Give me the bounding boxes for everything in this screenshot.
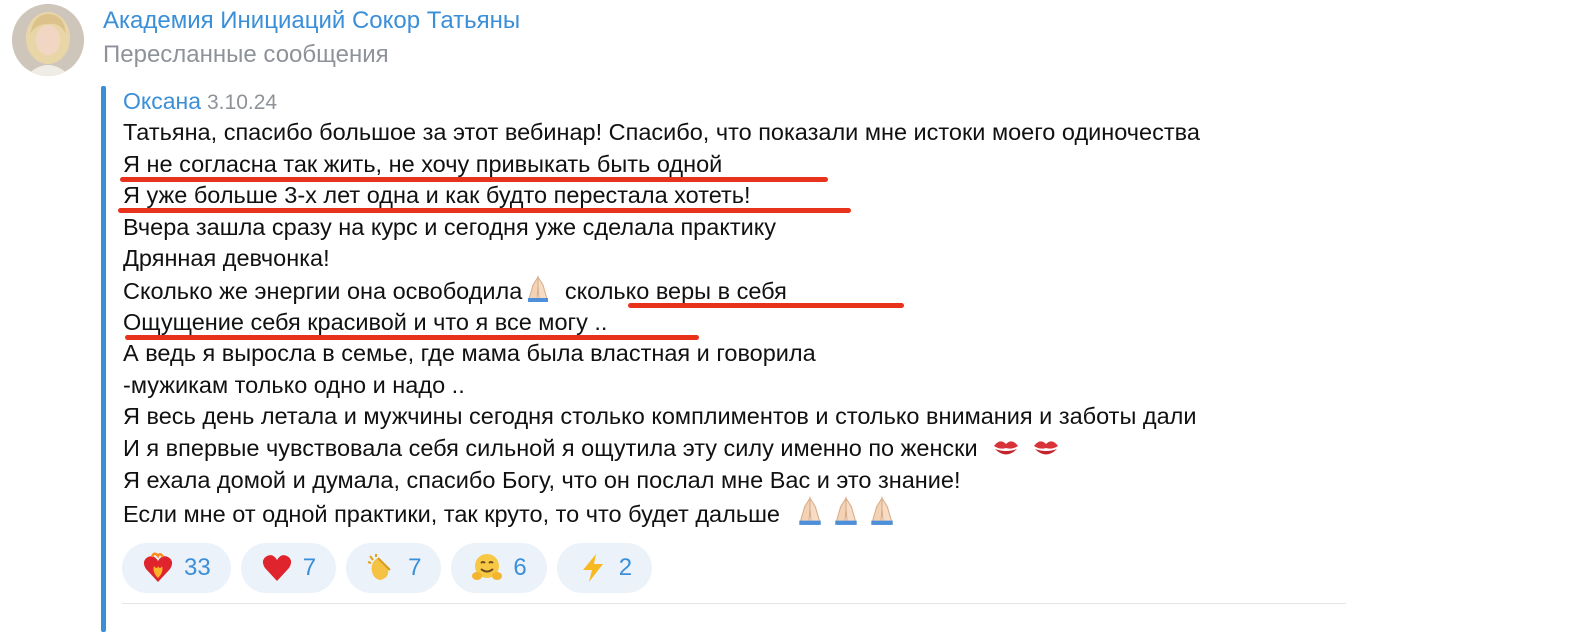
message-line: Татьяна, спасибо большое за этот вебинар… [123, 119, 1200, 145]
message-line: Ощущение себя красивой и что я все могу … [123, 307, 1563, 340]
message-line: Я ехала домой и думала, спасибо Богу, чт… [123, 466, 961, 493]
message-line: Вчера зашла сразу на курс и сегодня уже … [123, 213, 777, 240]
message-line: Я уже больше 3-х лет одна и как будто пе… [118, 180, 1563, 214]
message-body: Татьяна, спасибо большое за этот вебинар… [118, 117, 1563, 528]
reactions-bar: 33 7 7 6 2 [122, 543, 653, 593]
reaction-count: 33 [184, 554, 211, 581]
reaction-count: 7 [408, 554, 422, 581]
red-heart-icon [261, 552, 293, 584]
reaction-lightning[interactable]: 2 [556, 543, 653, 593]
message-line: Если мне от одной практики, так круто, т… [123, 496, 1563, 528]
praying-hands-icon [865, 496, 899, 535]
reaction-heart-on-fire[interactable]: 33 [122, 543, 231, 593]
avatar[interactable] [12, 4, 84, 76]
chat-title[interactable]: Академия Инициаций Сокор Татьяны [103, 6, 520, 36]
message-line: Дрянная девчонка! [123, 245, 330, 272]
clapping-hands-icon [366, 552, 398, 584]
hugging-face-icon [471, 552, 503, 584]
forward-accent-bar [101, 86, 106, 632]
reaction-red-heart[interactable]: 7 [240, 543, 337, 593]
highlight-underline [118, 208, 851, 214]
reaction-count: 6 [513, 554, 527, 581]
chat-subtitle: Пересланные сообщения [103, 41, 389, 68]
message-line: И я впервые чувствовала себя сильной я о… [123, 433, 1563, 465]
message-line: -мужикам только одно и надо .. [123, 371, 465, 398]
reaction-count: 2 [618, 554, 633, 581]
telegram-forwarded-view: Академия Инициаций Сокор Татьяны Пересла… [0, 0, 1588, 632]
heart-on-fire-icon [142, 552, 174, 584]
highlight-underline [125, 334, 699, 340]
reaction-clapping-hands[interactable]: 7 [346, 543, 442, 593]
message-line: Я весь день летала и мужчины сегодня сто… [123, 403, 1197, 430]
avatar-photo [12, 4, 84, 76]
sender-name[interactable]: Оксана [123, 88, 201, 114]
message-line: Сколько же энергии она освободила скольк… [123, 275, 1563, 308]
highlight-underline [120, 176, 828, 182]
praying-hands-icon [829, 496, 863, 535]
highlight-underline [628, 302, 904, 308]
message-line: А ведь я выросла в семье, где мама была … [123, 340, 816, 367]
lightning-icon [577, 552, 609, 584]
reaction-count: 7 [302, 554, 317, 581]
message-line: Я не согласна так жить, не хочу привыкат… [120, 149, 1563, 182]
message-date: 3.10.24 [207, 91, 278, 114]
praying-hands-icon [793, 496, 827, 535]
reaction-hugging-face[interactable]: 6 [451, 543, 547, 593]
message-divider [122, 603, 1346, 604]
message-header: Оксана 3.10.24 [123, 86, 277, 118]
